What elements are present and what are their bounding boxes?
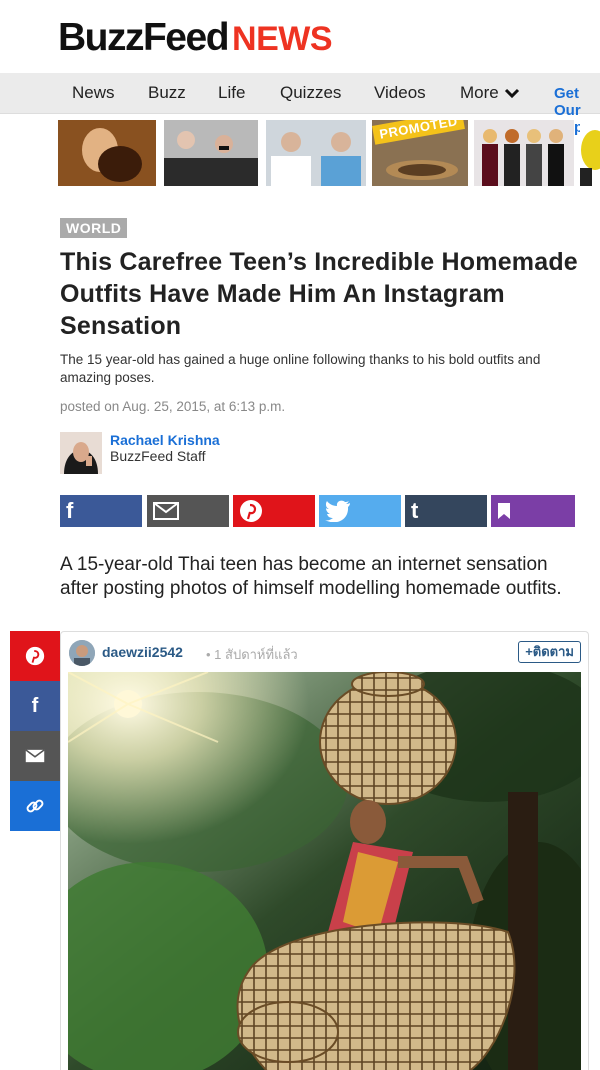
thumbnail-5[interactable] [474, 120, 574, 186]
rail-email-button[interactable] [10, 731, 60, 781]
chevron-down-icon [504, 88, 519, 99]
author-avatar[interactable] [60, 432, 102, 474]
instagram-timestamp: • 1 สัปดาห์ที่แล้ว [206, 647, 298, 662]
buzzfeed-news-logo[interactable]: BuzzFeed NEWS [58, 16, 333, 60]
instagram-follow-button[interactable]: +ติดตาม [518, 641, 581, 663]
facebook-icon: f [66, 498, 74, 523]
email-icon [25, 749, 45, 763]
rail-link-button[interactable] [10, 781, 60, 831]
share-twitter-button[interactable] [319, 495, 401, 527]
article-subtitle: The 15 year-old has gained a huge online… [60, 352, 541, 385]
category-badge[interactable]: WORLD [60, 218, 128, 238]
rail-pinterest-button[interactable] [10, 631, 60, 681]
author-role: BuzzFeed Staff [110, 448, 206, 464]
pinterest-icon [25, 646, 45, 666]
pinterest-icon [240, 500, 262, 522]
thumbnail-1[interactable] [58, 120, 156, 186]
logo-buzzfeed: BuzzFeed [58, 16, 230, 59]
email-icon [153, 502, 179, 520]
nav-item-news[interactable]: News [72, 83, 115, 103]
share-pinterest-button[interactable] [233, 495, 315, 527]
nav-more-label: More [460, 83, 499, 102]
author-name-link[interactable]: Rachael Krishna [110, 432, 220, 448]
share-email-button[interactable] [147, 495, 229, 527]
instagram-avatar-image [69, 640, 95, 666]
share-facebook-button[interactable]: f [60, 495, 142, 527]
main-nav: News Buzz Life Quizzes Videos More Get O… [0, 73, 600, 136]
article-lede: A 15-year-old Thai teen has become an in… [60, 554, 562, 599]
trending-thumbnails: PROMOTED [58, 120, 600, 186]
twitter-icon [325, 500, 350, 522]
share-tumblr-button[interactable]: t [405, 495, 487, 527]
author-avatar-image [60, 432, 102, 474]
logo-news: NEWS [232, 20, 333, 58]
teen-basket-outfit-photo [68, 672, 581, 1070]
nav-item-buzz[interactable]: Buzz [148, 83, 186, 103]
instagram-username[interactable]: daewzii2542 [102, 644, 183, 660]
share-bookmark-button[interactable] [491, 495, 575, 527]
instagram-embed: daewzii2542 • 1 สัปดาห์ที่แล้ว +ติดตาม [60, 631, 589, 1070]
link-icon [26, 799, 44, 813]
rail-facebook-button[interactable]: f [10, 681, 60, 731]
nav-item-quizzes[interactable]: Quizzes [280, 83, 341, 103]
facebook-icon: f [31, 694, 39, 717]
instagram-avatar[interactable] [69, 640, 95, 666]
thumbnail-3[interactable] [266, 120, 366, 186]
thumbnail-4-promoted[interactable]: PROMOTED [372, 120, 468, 186]
nav-item-more[interactable]: More [460, 83, 520, 103]
bookmark-icon [498, 503, 510, 519]
tumblr-icon: t [411, 498, 419, 523]
posted-timestamp: posted on Aug. 25, 2015, at 6:13 p.m. [60, 399, 286, 414]
thumbnail-6[interactable] [580, 120, 600, 186]
instagram-photo[interactable] [68, 672, 581, 1070]
thumbnail-2[interactable] [164, 120, 258, 186]
article-title: This Carefree Teen’s Incredible Homemade… [60, 248, 578, 340]
nav-item-videos[interactable]: Videos [374, 83, 426, 103]
nav-item-life[interactable]: Life [218, 83, 245, 103]
